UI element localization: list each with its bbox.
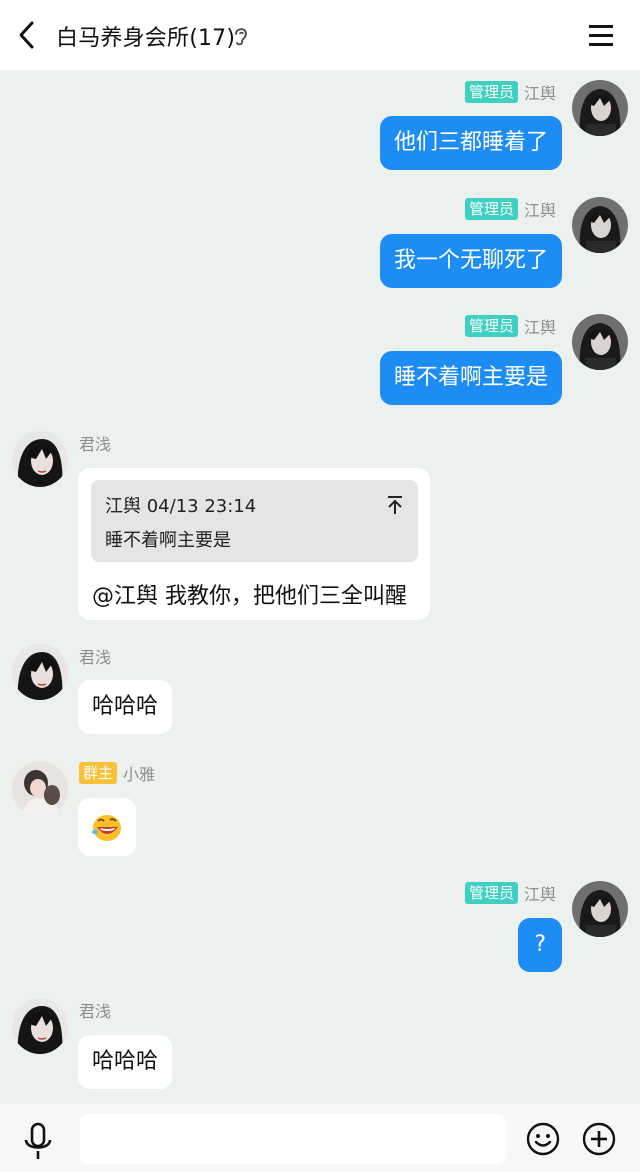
message-meta: 群主 小雅 <box>79 761 155 785</box>
laughing-face-icon <box>91 812 123 842</box>
avatar-junqian[interactable] <box>12 431 68 487</box>
admin-badge: 管理员 <box>464 81 518 103</box>
message-bubble[interactable]: 哈哈哈 <box>78 680 173 734</box>
message-bubble[interactable]: 他们三都睡着了 <box>379 116 562 170</box>
reply-text: @江舆 我教你，把他们三全叫醒 <box>92 584 407 609</box>
message-meta: 君浅 <box>79 644 111 668</box>
admin-badge: 管理员 <box>464 882 518 904</box>
microphone-icon[interactable] <box>22 1122 54 1162</box>
back-arrow-icon[interactable] <box>12 16 48 54</box>
avatar-jiangyu[interactable] <box>572 314 628 370</box>
sender-name: 江舆 <box>523 885 556 904</box>
message-list[interactable]: 管理员 江舆 他们三都睡着了 管理员 江舆 我一个无聊死了 管理员 江舆 睡不着… <box>0 70 640 1104</box>
quoted-message[interactable]: 江舆 04/13 23:14 睡不着啊主要是 <box>91 480 418 562</box>
sender-name: 君浅 <box>79 1002 112 1021</box>
plus-circle-icon[interactable] <box>582 1122 616 1156</box>
message-meta: 管理员 江舆 <box>464 314 556 338</box>
message-meta: 君浅 <box>79 998 111 1022</box>
emoji-message-bubble[interactable] <box>78 798 136 856</box>
message-bubble[interactable]: ? <box>518 918 562 972</box>
top-bar: 白马养身会所(17) <box>0 0 640 70</box>
sender-name: 君浅 <box>79 435 112 454</box>
avatar-junqian[interactable] <box>12 644 68 700</box>
message-bubble[interactable]: 我一个无聊死了 <box>379 234 562 288</box>
message-bubble[interactable]: 睡不着啊主要是 <box>379 351 562 405</box>
jump-to-top-icon[interactable] <box>386 494 404 516</box>
avatar-junqian[interactable] <box>12 998 68 1054</box>
menu-icon[interactable] <box>585 20 617 50</box>
input-bar <box>0 1104 640 1172</box>
reply-message-bubble[interactable]: 江舆 04/13 23:14 睡不着啊主要是 @江舆 我教你，把他们三全叫醒 <box>78 468 430 620</box>
message-meta: 管理员 江舆 <box>464 197 556 221</box>
message-bubble[interactable]: 哈哈哈 <box>78 1035 173 1089</box>
avatar-jiangyu[interactable] <box>572 197 628 253</box>
message-meta: 君浅 <box>79 431 111 455</box>
admin-badge: 管理员 <box>464 198 518 220</box>
avatar-jiangyu[interactable] <box>572 881 628 937</box>
admin-badge: 管理员 <box>464 315 518 337</box>
message-meta: 管理员 江舆 <box>464 881 556 905</box>
sender-name: 江舆 <box>523 84 556 103</box>
message-input[interactable] <box>80 1114 506 1164</box>
quoted-sender: 江舆 04/13 23:14 <box>105 496 257 517</box>
sender-name: 小雅 <box>123 765 156 784</box>
smiley-icon[interactable] <box>526 1122 560 1156</box>
message-meta: 管理员 江舆 <box>464 80 556 104</box>
sender-name: 江舆 <box>523 318 556 337</box>
quoted-text: 睡不着啊主要是 <box>105 530 231 551</box>
sender-name: 君浅 <box>79 648 112 667</box>
owner-badge: 群主 <box>79 762 118 784</box>
ear-icon <box>232 24 250 48</box>
sender-name: 江舆 <box>523 201 556 220</box>
avatar-xiaoya[interactable] <box>12 761 68 817</box>
chat-title: 白马养身会所(17) <box>56 26 236 51</box>
avatar-jiangyu[interactable] <box>572 80 628 136</box>
